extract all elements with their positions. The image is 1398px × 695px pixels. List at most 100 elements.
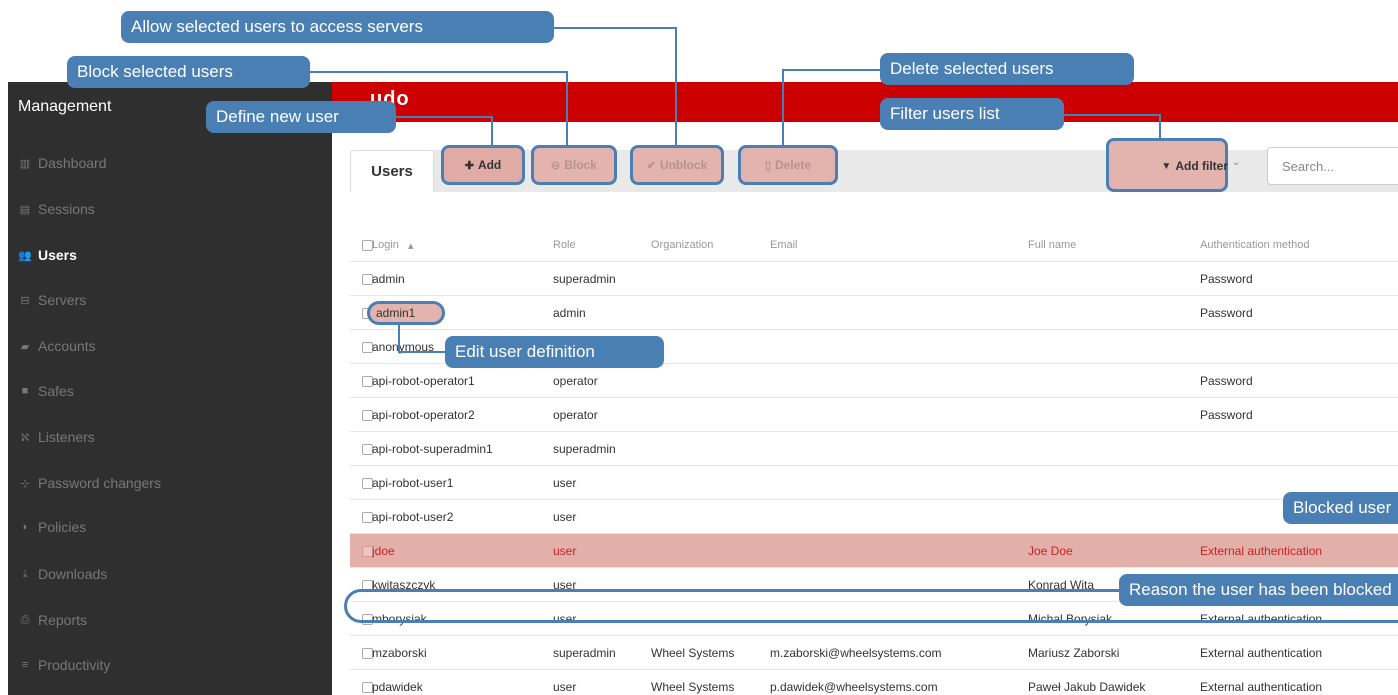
delete-button[interactable]: ▯ Delete — [738, 145, 838, 185]
cell-org — [651, 432, 769, 466]
column-header-role[interactable]: Role — [553, 228, 649, 262]
column-header-email[interactable]: Email — [770, 228, 1026, 262]
cell-org: Wheel Systems — [651, 646, 735, 660]
chevron-down-icon[interactable]: ⌄ — [1232, 157, 1240, 168]
connector-line — [1064, 114, 1160, 116]
cell-auth: Password — [1200, 408, 1253, 422]
users-icon: 👥 — [18, 249, 32, 262]
cell-org — [651, 500, 769, 534]
add-button[interactable]: ✚ Add — [441, 145, 525, 185]
sidebar-item-users[interactable]: 👥 Users — [8, 240, 332, 270]
block-button[interactable]: ⊝ Block — [531, 145, 617, 185]
sidebar-item-label: Policies — [38, 519, 87, 535]
cell-auth: Password — [1200, 306, 1253, 320]
cell-auth: External authentication — [1200, 544, 1323, 558]
sidebar-item-label: Users — [38, 247, 77, 263]
sidebar-item-label: Accounts — [38, 338, 96, 354]
callout-filter-list: Filter users list — [880, 98, 1064, 130]
plus-icon: ✚ — [464, 159, 474, 172]
table-row[interactable]: admin1 admin Password — [350, 296, 1398, 330]
table-row[interactable]: api-robot-operator1 operator Password — [350, 364, 1398, 398]
cell-org — [651, 330, 769, 364]
safe-icon: ■ — [21, 385, 29, 397]
cell-email — [770, 364, 1026, 398]
sidebar: Management ▥ Dashboard ▤ Sessions 👥 Users ⊟ Ser… — [8, 82, 332, 695]
connector-line — [566, 71, 568, 145]
sidebar-item-password-changers[interactable]: ⊹ Password changers — [8, 468, 332, 498]
sidebar-item-downloads[interactable]: ⤓ Downloads — [8, 559, 332, 589]
sidebar-item-label: Safes — [38, 383, 74, 399]
sidebar-item-reports[interactable]: ⎙ Reports — [8, 605, 332, 635]
cell-role: user — [553, 544, 577, 558]
search-input[interactable] — [1267, 147, 1398, 185]
sidebar-item-servers[interactable]: ⊟ Servers — [8, 285, 332, 315]
table-row[interactable]: admin superadmin Password — [350, 262, 1398, 296]
sidebar-item-label: Password changers — [38, 475, 161, 491]
column-header-org[interactable]: Organization — [651, 228, 769, 262]
sidebar-item-sessions[interactable]: ▤ Sessions — [8, 194, 332, 224]
cell-role: user — [553, 476, 577, 490]
add-filter-label: Add filter — [1175, 159, 1228, 173]
sidebar-item-accounts[interactable]: ▰ Accounts — [8, 331, 332, 361]
sitemap-icon: ⊹ — [20, 477, 30, 490]
unblock-button[interactable]: ✔ Unblock — [630, 145, 724, 185]
chart-icon: ▥ — [19, 157, 31, 170]
cell-login[interactable]: api-robot-superadmin1 — [372, 432, 552, 466]
callout-define-user: Define new user — [206, 101, 396, 133]
sidebar-item-productivity[interactable]: ≡ Productivity — [8, 650, 332, 680]
cell-role: user — [553, 680, 577, 694]
connector-line — [491, 116, 493, 145]
block-button-label: Block — [564, 158, 597, 172]
screenshot-root: Management ▥ Dashboard ▤ Sessions 👥 Users ⊟ Ser… — [0, 0, 1398, 695]
table-row[interactable]: api-robot-user1 user — [350, 466, 1398, 500]
film-icon: ▤ — [19, 203, 31, 216]
cell-login[interactable]: pdawidek — [372, 670, 552, 695]
sidebar-item-listeners[interactable]: ℵ Listeners — [8, 422, 332, 452]
cell-login[interactable]: admin — [372, 262, 552, 296]
table-row[interactable]: api-robot-superadmin1 superadmin — [350, 432, 1398, 466]
cell-email: m.zaborski@wheelsystems.com — [770, 646, 942, 660]
sidebar-item-policies[interactable]: ◗ Policies — [8, 512, 332, 542]
sort-asc-icon: ▴ — [408, 239, 414, 252]
table-row[interactable]: api-robot-operator2 operator Password — [350, 398, 1398, 432]
cell-org — [651, 262, 769, 296]
admin1-link[interactable]: admin1 — [367, 301, 445, 325]
table-row[interactable]: api-robot-user2 user — [350, 500, 1398, 534]
cell-role: user — [553, 510, 577, 524]
add-filter-button[interactable]: ▼ Add filter — [1120, 150, 1232, 182]
cell-org — [651, 534, 769, 568]
cell-fullname — [1028, 262, 1198, 296]
cell-fullname — [1028, 466, 1198, 500]
table-row[interactable]: pdawidek user Wheel Systems p.dawidek@wheel… — [350, 670, 1398, 695]
column-header-auth[interactable]: Authentication method — [1200, 228, 1386, 262]
sidebar-item-label: Dashboard — [38, 155, 107, 171]
table-row[interactable]: mzaborski superadmin Wheel Systems m.zabors… — [350, 636, 1398, 670]
connector-line — [396, 116, 492, 118]
cell-login[interactable]: api-robot-operator1 — [372, 364, 552, 398]
cell-fullname — [1028, 330, 1198, 364]
table-row[interactable]: jdoe user Joe Doe External authentication — [350, 534, 1398, 568]
cell-email — [770, 296, 1026, 330]
cell-email — [770, 398, 1026, 432]
sidebar-item-label: Listeners — [38, 429, 95, 445]
cell-email — [770, 432, 1026, 466]
cell-role: superadmin — [553, 272, 616, 286]
cell-login[interactable]: api-robot-operator2 — [372, 398, 552, 432]
column-header-fullname[interactable]: Full name — [1028, 228, 1198, 262]
cell-login[interactable]: api-robot-user1 — [372, 466, 552, 500]
unblock-button-label: Unblock — [659, 158, 708, 172]
column-header-login[interactable]: Login — [372, 228, 552, 262]
connector-line — [782, 69, 882, 71]
cell-org: Wheel Systems — [651, 680, 735, 694]
callout-delete-users: Delete selected users — [880, 53, 1134, 85]
list-icon: ≡ — [21, 659, 29, 671]
cell-fullname: Paweł Jakub Dawidek — [1028, 680, 1146, 694]
cell-login[interactable]: api-robot-user2 — [372, 500, 552, 534]
cell-fullname — [1028, 500, 1198, 534]
sidebar-item-dashboard[interactable]: ▥ Dashboard — [8, 148, 332, 178]
cell-login[interactable]: mzaborski — [372, 636, 552, 670]
cell-login[interactable]: jdoe — [372, 534, 552, 568]
sidebar-item-safes[interactable]: ■ Safes — [8, 376, 332, 406]
tab-users[interactable]: Users — [350, 150, 434, 192]
cell-fullname — [1028, 364, 1198, 398]
